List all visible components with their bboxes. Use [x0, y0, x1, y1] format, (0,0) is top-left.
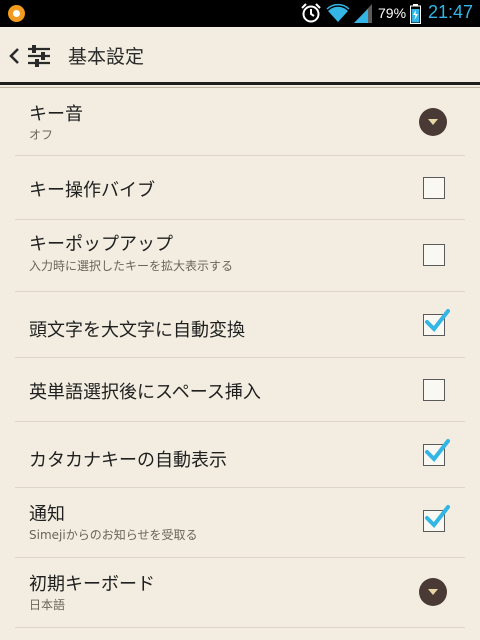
setting-summary: オフ	[29, 128, 54, 142]
settings-row[interactable]: 英単語選択後にスペース挿入	[15, 358, 465, 422]
checkmark-icon	[425, 439, 450, 463]
setting-label: 英単語選択後にスペース挿入	[29, 382, 261, 403]
wifi-icon	[326, 3, 350, 23]
settings-row[interactable]: キー音 オフ	[15, 88, 465, 156]
settings-row[interactable]: 通知 Simejiからのお知らせを受取る	[15, 488, 465, 558]
dropdown-arrow-icon[interactable]	[419, 578, 447, 606]
battery-icon	[410, 4, 421, 24]
settings-row[interactable]: 初期キーボード日本語	[15, 558, 465, 628]
setting-checkbox[interactable]	[423, 379, 445, 401]
setting-label: 初期キーボード	[29, 574, 155, 595]
page-title: 基本設定	[68, 46, 145, 68]
back-chevron-icon[interactable]	[8, 47, 20, 65]
app-notification-icon	[8, 5, 25, 22]
setting-summary: Simejiからのお知らせを受取る	[29, 528, 198, 542]
status-bar: 79% 21:47	[0, 0, 480, 27]
setting-checkbox[interactable]	[423, 177, 445, 199]
battery-percent: 79%	[378, 5, 407, 21]
setting-summary: 日本語	[29, 598, 66, 612]
setting-label: キー音	[29, 104, 83, 125]
setting-label: キーポップアップ	[29, 234, 173, 255]
settings-row[interactable]: 頭文字を大文字に自動変換	[15, 292, 465, 358]
signal-icon	[354, 4, 372, 23]
setting-label: 頭文字を大文字に自動変換	[29, 320, 245, 341]
header-divider	[0, 82, 480, 85]
setting-label: カタカナキーの自動表示	[29, 450, 227, 471]
setting-summary: 入力時に選択したキーを拡大表示する	[29, 259, 234, 273]
settings-row[interactable]: キー操作バイブ	[15, 156, 465, 220]
setting-label: キー操作バイブ	[29, 180, 155, 201]
settings-row[interactable]: カタカナキーの自動表示	[15, 422, 465, 488]
settings-row[interactable]: キーポップアップ入力時に選択したキーを拡大表示する	[15, 220, 465, 292]
checkmark-icon	[425, 309, 450, 333]
setting-checkbox[interactable]	[423, 244, 445, 266]
header: 基本設定	[0, 27, 480, 83]
status-time: 21:47	[428, 2, 474, 22]
dropdown-arrow-icon[interactable]	[419, 108, 447, 136]
settings-sliders-icon[interactable]	[26, 43, 52, 69]
setting-label: 通知	[29, 504, 65, 525]
alarm-icon	[301, 3, 321, 23]
settings-list: キー音オフキー操作バイブ キーポップアップ入力時に選択したキーを拡大表示する頭文字…	[15, 88, 465, 628]
checkmark-icon	[425, 505, 450, 529]
